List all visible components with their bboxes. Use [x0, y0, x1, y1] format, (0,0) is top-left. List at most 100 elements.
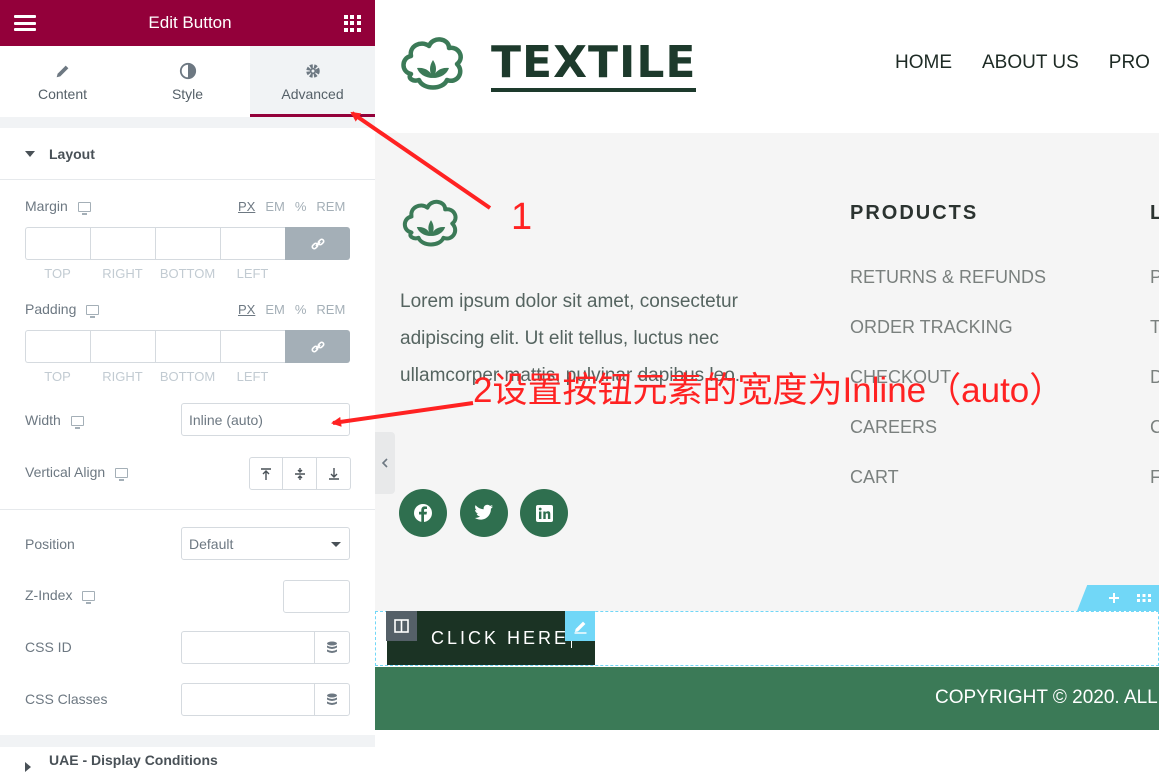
link-careers[interactable]: CAREERS — [850, 413, 1046, 463]
drag-handle-icon[interactable] — [1136, 593, 1152, 603]
second-col-link[interactable]: D — [1150, 363, 1159, 413]
unit-px[interactable]: PX — [238, 199, 255, 214]
link-values-button[interactable] — [285, 330, 350, 363]
desktop-icon[interactable] — [82, 591, 96, 605]
logo-text[interactable]: TEXTILE — [491, 38, 697, 92]
caret-down-icon — [25, 150, 35, 157]
position-select-value: Default — [189, 535, 234, 552]
chevron-down-icon — [331, 542, 341, 547]
tab-advanced[interactable]: Advanced — [250, 46, 375, 117]
panel-collapse-button[interactable] — [375, 432, 395, 494]
margin-bottom-input[interactable] — [155, 227, 220, 260]
column-icon — [394, 619, 409, 633]
padding-top-input[interactable] — [25, 330, 90, 363]
pencil-icon — [574, 621, 586, 634]
link-cart[interactable]: CART — [850, 463, 1046, 513]
unit-px[interactable]: PX — [238, 302, 255, 317]
link-values-button[interactable] — [285, 227, 350, 260]
dim-top: TOP — [44, 369, 71, 384]
desktop-icon[interactable] — [77, 202, 91, 216]
tab-style[interactable]: Style — [125, 46, 250, 117]
desktop-icon[interactable] — [70, 416, 84, 430]
twitter-icon — [474, 504, 493, 520]
annotation-label-1: 1 — [511, 196, 533, 238]
edit-widget-button[interactable] — [565, 611, 595, 641]
unit-rem[interactable]: REM — [316, 302, 345, 317]
padding-dimension-labels: TOP RIGHT BOTTOM LEFT — [25, 369, 285, 384]
padding-bottom-input[interactable] — [155, 330, 220, 363]
second-col-link[interactable]: C — [1150, 413, 1159, 463]
unit-percent[interactable]: % — [295, 199, 307, 214]
unit-em[interactable]: EM — [265, 302, 285, 317]
zindex-input[interactable] — [283, 580, 350, 613]
facebook-icon — [414, 504, 432, 522]
uae-display-conditions-section[interactable]: UAE - Display Conditions — [0, 747, 375, 775]
tab-content[interactable]: Content — [0, 46, 125, 117]
desktop-icon[interactable] — [86, 305, 100, 319]
second-col-link[interactable]: F — [1150, 463, 1159, 513]
margin-top-input[interactable] — [25, 227, 90, 260]
margin-right-input[interactable] — [90, 227, 155, 260]
position-label: Position — [25, 536, 75, 552]
copyright-text: COPYRIGHT © 2020. ALL — [935, 687, 1158, 708]
width-select[interactable]: Inline (auto) — [181, 403, 350, 436]
link-icon — [310, 237, 325, 250]
column-handle[interactable] — [386, 611, 417, 641]
unit-em[interactable]: EM — [265, 199, 285, 214]
unit-rem[interactable]: REM — [316, 199, 345, 214]
dynamic-tags-button[interactable] — [314, 631, 349, 664]
second-col-link[interactable]: P — [1150, 263, 1159, 313]
cotton-logo-icon[interactable] — [399, 34, 467, 96]
zindex-label-text: Z-Index — [25, 587, 73, 603]
hamburger-menu-icon[interactable] — [14, 15, 36, 31]
vertical-align-label-text: Vertical Align — [25, 464, 106, 480]
align-bottom-button[interactable] — [317, 457, 351, 490]
plus-icon[interactable] — [1108, 592, 1120, 604]
nav-home[interactable]: HOME — [895, 52, 952, 74]
unit-percent[interactable]: % — [295, 302, 307, 317]
second-column-links: P T D C F — [1150, 263, 1159, 513]
align-top-button[interactable] — [249, 457, 283, 490]
position-select[interactable]: Default — [181, 527, 350, 560]
database-icon — [327, 641, 337, 653]
nav-about-us[interactable]: ABOUT US — [982, 52, 1079, 74]
css-id-input[interactable] — [181, 631, 350, 664]
padding-units: PX EM % REM — [238, 302, 345, 317]
linkedin-button[interactable] — [520, 489, 568, 537]
pencil-icon — [56, 65, 68, 77]
vertical-align-buttons — [249, 457, 351, 490]
margin-left-input[interactable] — [220, 227, 285, 260]
twitter-button[interactable] — [460, 489, 508, 537]
nav-products[interactable]: PRO — [1109, 52, 1150, 74]
second-column-title: L — [1150, 202, 1159, 224]
dim-right: RIGHT — [102, 369, 143, 384]
chevron-left-icon — [381, 458, 388, 468]
margin-dimension-labels: TOP RIGHT BOTTOM LEFT — [25, 266, 285, 281]
section-handle[interactable] — [1077, 585, 1159, 611]
cotton-logo-icon — [402, 199, 458, 247]
margin-inputs — [25, 227, 350, 260]
link-order-tracking[interactable]: ORDER TRACKING — [850, 313, 1046, 363]
linkedin-icon — [535, 504, 553, 522]
click-here-button[interactable]: CLICK HERE — [387, 611, 595, 665]
dynamic-tags-button[interactable] — [314, 683, 349, 716]
layout-section-header[interactable]: Layout — [0, 128, 375, 180]
annotation-label-2: 2设置按钮元素的宽度为Inline（auto） — [473, 371, 1065, 410]
padding-left-input[interactable] — [220, 330, 285, 363]
css-classes-input[interactable] — [181, 683, 350, 716]
width-label: Width — [25, 412, 84, 430]
panel-title: Edit Button — [148, 13, 232, 32]
dim-bottom: BOTTOM — [159, 266, 216, 281]
padding-inputs — [25, 330, 350, 363]
panel-header: Edit Button — [0, 0, 375, 46]
widgets-grid-icon[interactable] — [343, 14, 361, 32]
facebook-button[interactable] — [399, 489, 447, 537]
padding-right-input[interactable] — [90, 330, 155, 363]
padding-label: Padding — [25, 301, 100, 319]
width-select-value: Inline (auto) — [189, 411, 263, 428]
link-returns-refunds[interactable]: RETURNS & REFUNDS — [850, 263, 1046, 313]
second-col-link[interactable]: T — [1150, 313, 1159, 363]
align-middle-button[interactable] — [283, 457, 317, 490]
css-classes-label: CSS Classes — [25, 691, 108, 707]
desktop-icon[interactable] — [115, 468, 129, 482]
